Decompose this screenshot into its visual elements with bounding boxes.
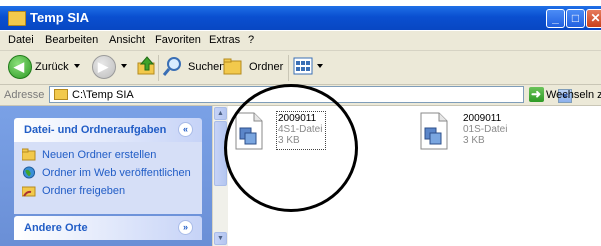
other-places-title: Andere Orte bbox=[24, 222, 88, 234]
close-icon: ✕ bbox=[590, 11, 601, 25]
forward-button[interactable]: ▶ bbox=[92, 55, 132, 79]
other-places-panel: Andere Orte » bbox=[14, 216, 202, 246]
forward-dropdown-icon[interactable] bbox=[121, 64, 127, 68]
folders-icon bbox=[223, 58, 242, 75]
search-button[interactable]: Suchen bbox=[162, 55, 228, 79]
go-arrow-icon: ➜ bbox=[531, 87, 542, 101]
folder-icon bbox=[8, 11, 26, 26]
task-publish-web-label: Ordner im Web veröffentlichen bbox=[42, 167, 191, 179]
menu-bearbeiten[interactable]: Bearbeiten bbox=[45, 34, 98, 46]
scroll-down-icon: ▼ bbox=[217, 235, 224, 242]
back-button[interactable]: ◀ Zurück bbox=[0, 55, 84, 79]
task-new-folder[interactable]: Neuen Ordner erstellen bbox=[22, 148, 192, 164]
up-folder-icon bbox=[137, 56, 155, 75]
window-title: Temp SIA bbox=[30, 10, 89, 25]
file-icon bbox=[420, 112, 448, 150]
task-share-folder-label: Ordner freigeben bbox=[42, 185, 126, 197]
expand-chevron-icon[interactable]: » bbox=[178, 220, 193, 235]
maximize-button[interactable]: □ bbox=[566, 9, 585, 28]
vertical-scrollbar[interactable]: ▲ ▼ bbox=[212, 106, 228, 246]
toolbar-separator bbox=[158, 55, 159, 81]
file-type: 01S-Datei bbox=[463, 124, 508, 135]
go-label[interactable]: Wechseln zu bbox=[546, 89, 601, 101]
new-folder-icon bbox=[22, 148, 36, 161]
go-button[interactable]: ➜ bbox=[529, 87, 544, 102]
scroll-up-icon: ▲ bbox=[217, 110, 224, 117]
share-folder-icon bbox=[22, 186, 36, 197]
menu-favoriten[interactable]: Favoriten bbox=[155, 34, 201, 46]
folders-button[interactable]: Ordner bbox=[222, 55, 286, 79]
file-size: 3 KB bbox=[463, 135, 485, 146]
toolbar: ◀ Zurück ▶ Suchen Ordner bbox=[0, 51, 601, 85]
close-button[interactable]: ✕ bbox=[586, 9, 601, 28]
task-new-folder-label: Neuen Ordner erstellen bbox=[42, 149, 157, 161]
scroll-down-button[interactable]: ▼ bbox=[214, 232, 227, 245]
minimize-icon: _ bbox=[552, 11, 559, 25]
task-publish-web[interactable]: Ordner im Web veröffentlichen bbox=[22, 166, 202, 182]
folder-icon bbox=[54, 89, 68, 100]
highlight-circle-annotation bbox=[224, 84, 358, 212]
minimize-button[interactable]: _ bbox=[546, 9, 565, 28]
back-label: Zurück bbox=[35, 61, 69, 73]
menu-ansicht[interactable]: Ansicht bbox=[109, 34, 145, 46]
up-folder-button[interactable] bbox=[136, 55, 158, 79]
file-folder-tasks-title: Datei- und Ordneraufgaben bbox=[24, 124, 167, 136]
menu-help[interactable]: ? bbox=[248, 34, 254, 46]
views-icon bbox=[293, 57, 313, 75]
file-details: 2009011 01S-Datei 3 KB bbox=[463, 113, 507, 146]
title-bar[interactable]: Temp SIA _ □ ✕ bbox=[0, 6, 601, 30]
file-folder-tasks-panel: Datei- und Ordneraufgaben « Neuen Ordner… bbox=[14, 118, 202, 214]
search-icon bbox=[162, 57, 181, 76]
views-dropdown-icon[interactable] bbox=[317, 64, 323, 68]
file-folder-tasks-body: Neuen Ordner erstellen Ordner im Web ver… bbox=[14, 142, 202, 214]
explorer-window: Temp SIA _ □ ✕ Datei Bearbeiten Ansicht … bbox=[0, 0, 601, 246]
file-folder-tasks-header[interactable]: Datei- und Ordneraufgaben « bbox=[14, 118, 202, 142]
menu-datei[interactable]: Datei bbox=[8, 34, 34, 46]
task-share-folder[interactable]: Ordner freigeben bbox=[22, 184, 192, 200]
back-arrow-icon: ◀ bbox=[8, 55, 32, 79]
file-item[interactable]: 2009011 01S-Datei 3 KB bbox=[419, 112, 539, 156]
views-button[interactable] bbox=[292, 55, 324, 79]
collapse-chevron-icon[interactable]: « bbox=[178, 122, 193, 137]
search-label: Suchen bbox=[188, 61, 226, 73]
address-label: Adresse bbox=[4, 89, 45, 101]
file-name: 2009011 bbox=[463, 113, 502, 124]
back-dropdown-icon[interactable] bbox=[74, 64, 80, 68]
other-places-header[interactable]: Andere Orte » bbox=[14, 216, 202, 240]
maximize-icon: □ bbox=[571, 11, 580, 25]
scroll-up-button[interactable]: ▲ bbox=[214, 107, 227, 120]
menu-extras[interactable]: Extras bbox=[209, 34, 240, 46]
globe-icon bbox=[22, 166, 36, 179]
forward-arrow-icon: ▶ bbox=[92, 55, 116, 79]
toolbar-separator bbox=[288, 55, 289, 81]
task-pane: Datei- und Ordneraufgaben « Neuen Ordner… bbox=[0, 106, 212, 246]
folders-label: Ordner bbox=[249, 61, 284, 73]
menu-bar: Datei Bearbeiten Ansicht Favoriten Extra… bbox=[0, 31, 601, 80]
address-value: C:\Temp SIA bbox=[72, 89, 134, 101]
